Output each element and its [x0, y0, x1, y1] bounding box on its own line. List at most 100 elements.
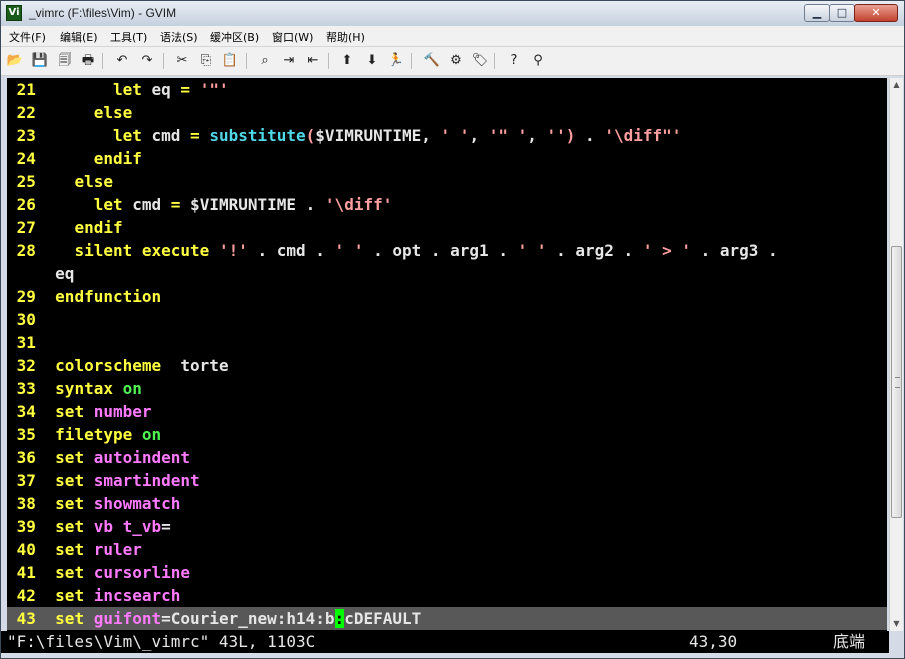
menu-file[interactable]: 文件(F)	[9, 29, 46, 45]
code-token: '" '	[488, 126, 528, 145]
paste-icon[interactable]: 📋	[221, 52, 239, 70]
save-session-icon[interactable]: ⬇	[363, 52, 381, 70]
menu-tools[interactable]: 工具(T)	[110, 29, 147, 45]
code-token: cmd	[141, 126, 191, 145]
menu-buffers[interactable]: 缓冲区(B)	[210, 29, 259, 45]
code-line[interactable]: 27 endif	[7, 216, 887, 239]
menu-help[interactable]: 帮助(H)	[326, 29, 365, 45]
line-number-gutter	[36, 333, 55, 352]
save-all-icon[interactable]: 🗐	[56, 52, 74, 70]
minimize-button[interactable]: ▁	[804, 4, 830, 22]
vertical-scrollbar[interactable]: ▲ ▼	[889, 78, 903, 631]
find-prev-icon[interactable]: ⇤	[304, 52, 322, 70]
copy-icon[interactable]: ⎘	[197, 52, 215, 70]
find-next-icon[interactable]: ⇥	[280, 52, 298, 70]
scroll-down-arrow-icon[interactable]: ▼	[890, 617, 903, 631]
code-line[interactable]: 26 let cmd = $VIMRUNTIME . '\diff'	[7, 193, 887, 216]
load-session-icon[interactable]: ⬆	[338, 52, 356, 70]
gutter-pad	[7, 425, 17, 444]
line-number-gutter	[36, 287, 55, 306]
text-cursor: :	[334, 609, 345, 628]
gutter-pad	[7, 356, 17, 375]
gutter-pad	[7, 195, 17, 214]
code-line[interactable]: 42 set incsearch	[7, 584, 887, 607]
save-icon[interactable]: 💾	[31, 52, 49, 70]
gutter-pad	[7, 609, 17, 628]
code-line[interactable]: 28 silent execute '!' . cmd . ' ' . opt …	[7, 239, 887, 262]
gutter-pad	[7, 494, 17, 513]
line-number-gutter	[36, 517, 55, 536]
menu-syntax[interactable]: 语法(S)	[160, 29, 198, 45]
code-token: torte	[161, 356, 229, 375]
gutter-pad	[7, 517, 17, 536]
code-line[interactable]: 33 syntax on	[7, 377, 887, 400]
line-number: 30	[16, 310, 36, 329]
code-token: '"'	[199, 80, 229, 99]
open-icon[interactable]: 📂	[6, 52, 24, 70]
scroll-up-arrow-icon[interactable]: ▲	[890, 78, 903, 92]
code-token: . arg3 .	[690, 241, 778, 260]
gutter-pad	[7, 333, 17, 352]
scroll-position: 底端	[833, 632, 866, 651]
scrollbar-thumb[interactable]	[891, 246, 902, 518]
code-line[interactable]: 35 filetype on	[7, 423, 887, 446]
code-line[interactable]: 40 set ruler	[7, 538, 887, 561]
code-line[interactable]: 36 set autoindent	[7, 446, 887, 469]
code-token: =Courier_new:h14:b	[161, 609, 335, 628]
code-line[interactable]: 25 else	[7, 170, 887, 193]
code-token: set	[55, 402, 85, 421]
find-help-icon[interactable]: ⚲	[529, 52, 547, 70]
code-token: set	[55, 494, 85, 513]
maximize-button[interactable]: □	[829, 4, 855, 22]
vim-app-icon[interactable]: Vi	[6, 5, 22, 21]
code-line[interactable]: 37 set smartindent	[7, 469, 887, 492]
line-number: 36	[16, 448, 36, 467]
code-line[interactable]: 29 endfunction	[7, 285, 887, 308]
run-ctags-icon[interactable]: ⚙	[447, 52, 465, 70]
run-script-icon[interactable]: 🏃	[387, 52, 405, 70]
line-number: 43	[16, 609, 36, 628]
redo-icon[interactable]: ↷	[138, 52, 156, 70]
help-icon[interactable]: ?	[505, 52, 523, 70]
cut-icon[interactable]: ✂	[173, 52, 191, 70]
undo-icon[interactable]: ↶	[113, 52, 131, 70]
code-line[interactable]: 38 set showmatch	[7, 492, 887, 515]
gutter-pad	[7, 241, 17, 260]
cursor-line[interactable]: 43 set guifont=Courier_new:h14:b:cDEFAUL…	[7, 607, 887, 630]
code-line[interactable]: 21 let eq = '"'	[7, 78, 887, 101]
code-line[interactable]: 24 endif	[7, 147, 887, 170]
line-number-gutter	[36, 103, 55, 122]
command-line[interactable]: "F:\files\Vim\_vimrc" 43L, 1103C 43,30 底…	[1, 631, 889, 653]
code-line[interactable]: 23 let cmd = substitute($VIMRUNTIME, ' '…	[7, 124, 887, 147]
code-line[interactable]: eq	[7, 262, 887, 285]
code-line[interactable]: 41 set cursorline	[7, 561, 887, 584]
line-number-gutter	[36, 80, 55, 99]
code-line[interactable]: 32 colorscheme torte	[7, 354, 887, 377]
code-line[interactable]: 39 set vb t_vb=	[7, 515, 887, 538]
find-replace-icon[interactable]: ⌕	[256, 52, 274, 70]
file-info-message: "F:\files\Vim\_vimrc" 43L, 1103C	[7, 632, 316, 651]
line-number-gutter	[36, 149, 55, 168]
jump-tag-icon[interactable]: 🏷	[471, 52, 489, 70]
menu-edit[interactable]: 编辑(E)	[60, 29, 98, 45]
line-number-gutter	[36, 195, 55, 214]
title-bar[interactable]: Vi _vimrc (F:\files\Vim) - GVIM ▁ □ ✕	[1, 1, 904, 27]
code-token: else	[93, 103, 133, 122]
window-title: _vimrc (F:\files\Vim) - GVIM	[29, 6, 177, 20]
editor-text-area[interactable]: 21 let eq = '"' 22 else 23 let cmd = sub…	[7, 78, 887, 631]
code-line[interactable]: 30	[7, 308, 887, 331]
code-token: cursorline	[93, 563, 191, 582]
print-icon[interactable]: 🖶	[79, 52, 97, 70]
close-button[interactable]: ✕	[854, 4, 898, 22]
line-number: 24	[16, 149, 36, 168]
code-line[interactable]: 34 set number	[7, 400, 887, 423]
code-token: '\diff'	[324, 195, 393, 214]
make-icon[interactable]: 🔨	[423, 52, 441, 70]
menu-window[interactable]: 窗口(W)	[272, 29, 313, 45]
code-line[interactable]: 22 else	[7, 101, 887, 124]
line-number: 42	[16, 586, 36, 605]
code-line[interactable]: 31	[7, 331, 887, 354]
